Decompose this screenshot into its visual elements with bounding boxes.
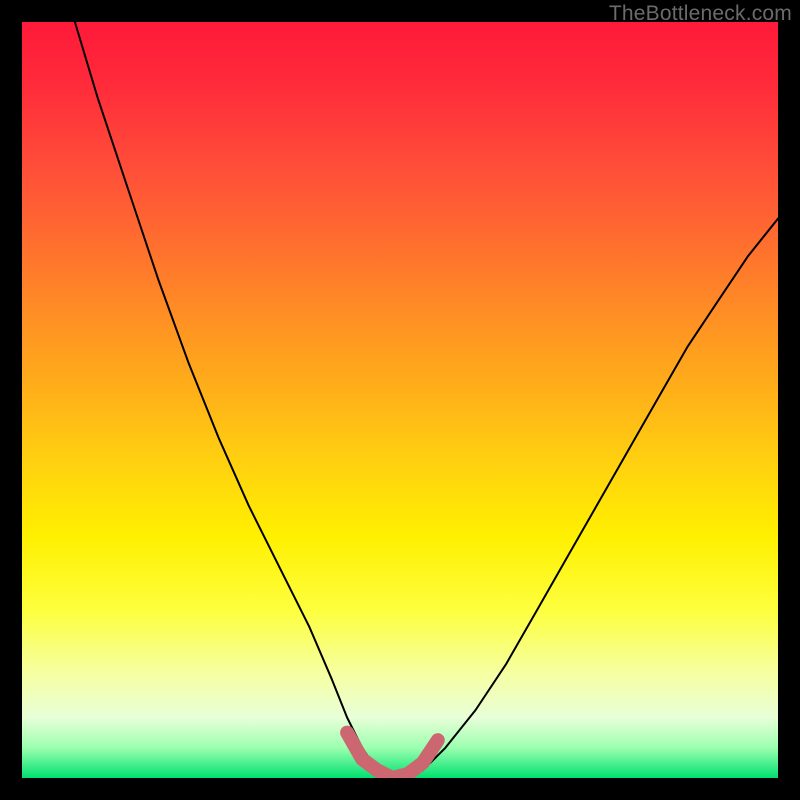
chart-svg xyxy=(22,22,778,778)
watermark-text: TheBottleneck.com xyxy=(609,2,792,26)
optimal-range-marker xyxy=(347,733,438,778)
bottleneck-curve xyxy=(75,22,778,778)
chart-plot-area xyxy=(22,22,778,778)
